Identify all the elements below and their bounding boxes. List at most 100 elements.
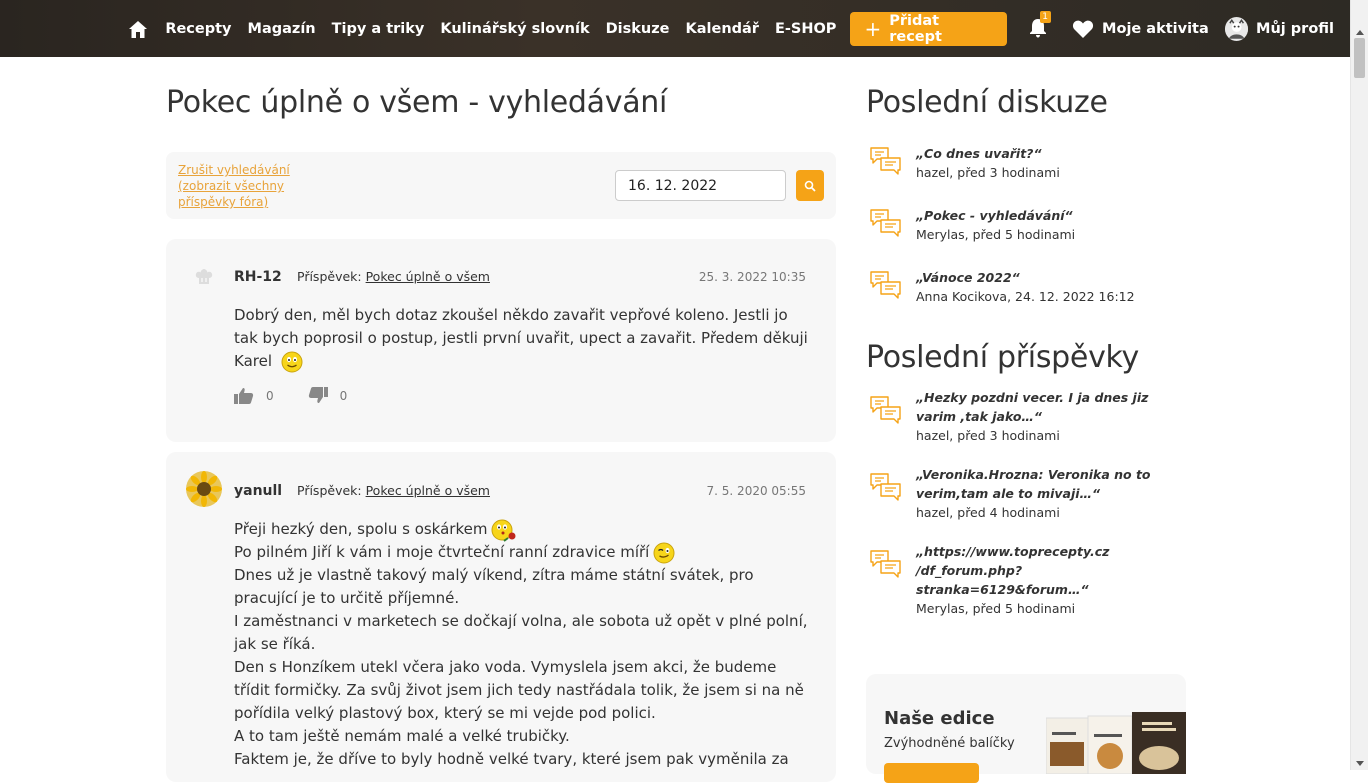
post-date: 7. 5. 2020 05:55 <box>706 484 806 498</box>
post-line: Přeji hezký den, spolu s oskárkem <box>234 518 814 542</box>
chat-bubbles-icon <box>868 268 902 302</box>
plus-icon: + <box>864 17 882 41</box>
post-title[interactable]: „Veronika.Hrozna: Veronika no to verim,t… <box>916 465 1186 503</box>
nav-my-activity[interactable]: Moje aktivita <box>1102 21 1209 37</box>
nav-my-profile[interactable]: Můj profil <box>1256 21 1334 37</box>
edition-subtitle: Zvýhodněné balíčky <box>884 736 1015 751</box>
chat-bubbles-icon <box>868 393 902 427</box>
discussion-item[interactable]: „Pokec - vyhledávání“ Merylas, před 5 ho… <box>866 206 1186 244</box>
post-topic-link[interactable]: Pokec úplně o všem <box>366 269 490 284</box>
notifications-button[interactable]: 1 <box>1029 11 1051 40</box>
latest-posts-list: „Hezky pozdni vecer. I ja dnes jiz varim… <box>866 388 1186 618</box>
profile-avatar[interactable] <box>1224 17 1249 41</box>
post-line-text: Po pilném Jiří k vám i moje čtvrteční ra… <box>234 543 650 561</box>
edition-title: Naše edice <box>884 708 995 729</box>
post-item[interactable]: „https://www.toprecepty.cz /df_forum.php… <box>866 542 1186 618</box>
post-line: Dnes už je vlastně takový malý víkend, z… <box>234 566 754 607</box>
post-title[interactable]: „Hezky pozdni vecer. I ja dnes jiz varim… <box>916 388 1186 426</box>
post-text: Dobrý den, měl bych dotaz zkoušel někdo … <box>234 306 808 370</box>
post-line: I zaměstnanci v marketech se dočkají vol… <box>234 612 808 653</box>
dislike-count: 0 <box>339 388 348 403</box>
top-navigation-bar: Recepty Magazín Tipy a triky Kulinářský … <box>0 0 1350 57</box>
nav-kulinarsky-slovnik[interactable]: Kulinářský slovník <box>440 21 589 37</box>
nav-diskuze[interactable]: Diskuze <box>606 21 670 37</box>
post-line: Faktem je, že dříve to byly hodně velké … <box>234 750 789 768</box>
latest-discussions-list: „Co dnes uvařit?“ hazel, před 3 hodinami… <box>866 144 1186 306</box>
discussion-title[interactable]: „Co dnes uvařit?“ <box>916 144 1186 163</box>
winking-smiley-icon <box>653 542 675 564</box>
dislike-button[interactable]: 0 <box>308 387 348 404</box>
post-meta: Merylas, před 5 hodinami <box>916 601 1076 616</box>
like-count: 0 <box>266 388 274 403</box>
cancel-search-link[interactable]: Zrušit vyhledávání (zobrazit všechny pří… <box>178 162 308 210</box>
discussion-meta: Anna Kocikova, 24. 12. 2022 16:12 <box>916 289 1135 304</box>
post-date: 25. 3. 2022 10:35 <box>698 270 806 284</box>
heart-icon[interactable] <box>1072 19 1094 39</box>
search-icon <box>804 180 816 192</box>
post-topic-label: Příspěvek: Pokec úplně o všem <box>297 483 490 498</box>
like-button[interactable]: 0 <box>234 387 274 404</box>
forum-post: RH-12 Příspěvek: Pokec úplně o všem 25. … <box>166 239 836 442</box>
discussion-meta: Merylas, před 5 hodinami <box>916 227 1076 242</box>
main-nav: Recepty Magazín Tipy a triky Kulinářský … <box>128 11 1350 46</box>
smiley-icon <box>281 351 303 373</box>
scrollbar-thumb[interactable] <box>1354 38 1365 78</box>
post-line: Den s Honzíkem utekl včera jako voda. Vy… <box>234 658 804 722</box>
nav-tipy-a-triky[interactable]: Tipy a triky <box>332 21 425 37</box>
thumbs-down-icon <box>308 387 328 403</box>
post-votes: 0 0 <box>234 387 381 404</box>
discussion-item[interactable]: „Vánoce 2022“ Anna Kocikova, 24. 12. 202… <box>866 268 1186 306</box>
nav-kalendar[interactable]: Kalendář <box>686 21 759 37</box>
post-author[interactable]: yanull <box>234 483 282 499</box>
post-topic-link[interactable]: Pokec úplně o všem <box>366 483 490 498</box>
sidebar: Poslední diskuze „Co dnes uvařit?“ hazel… <box>866 57 1186 638</box>
post-item[interactable]: „Hezky pozdni vecer. I ja dnes jiz varim… <box>866 388 1186 445</box>
post-meta: hazel, před 4 hodinami <box>916 505 1060 520</box>
discussion-title[interactable]: „Pokec - vyhledávání“ <box>916 206 1186 225</box>
notification-badge: 1 <box>1039 11 1051 23</box>
nav-recepty[interactable]: Recepty <box>165 21 231 37</box>
date-input[interactable]: 16. 12. 2022 <box>615 170 786 201</box>
nav-magazin[interactable]: Magazín <box>248 21 316 37</box>
chat-bubbles-icon <box>868 144 902 178</box>
edition-promo[interactable]: Naše edice Zvýhodněné balíčky <box>866 674 1186 783</box>
scroll-up-arrow-icon[interactable] <box>1356 30 1364 35</box>
post-author[interactable]: RH-12 <box>234 269 282 285</box>
chat-bubbles-icon <box>868 547 902 581</box>
page-scrollbar[interactable] <box>1350 0 1368 770</box>
post-label-text: Příspěvek: <box>297 483 362 498</box>
search-panel: Zrušit vyhledávání (zobrazit všechny pří… <box>166 152 836 219</box>
thumbs-up-icon <box>234 388 254 404</box>
chef-hat-icon <box>188 261 220 293</box>
chat-bubbles-icon <box>868 470 902 504</box>
post-body: Přeji hezký den, spolu s oskárkem Po pil… <box>234 518 814 771</box>
post-line: Po pilném Jiří k vám i moje čtvrteční ra… <box>234 541 814 564</box>
discussion-item[interactable]: „Co dnes uvařit?“ hazel, před 3 hodinami <box>866 144 1186 182</box>
add-recipe-label: Přidat recept <box>889 13 942 45</box>
edition-button[interactable] <box>884 763 979 783</box>
discussion-meta: hazel, před 3 hodinami <box>916 165 1060 180</box>
latest-discussions-title: Poslední diskuze <box>866 85 1108 120</box>
post-label-text: Příspěvek: <box>297 269 362 284</box>
latest-posts-title: Poslední příspěvky <box>866 340 1139 375</box>
forum-post: yanull Příspěvek: Pokec úplně o všem 7. … <box>166 452 836 782</box>
search-button[interactable] <box>796 170 824 201</box>
post-topic-label: Příspěvek: Pokec úplně o všem <box>297 269 490 284</box>
smiley-with-flower-icon <box>491 519 516 542</box>
nav-eshop[interactable]: E-SHOP <box>775 21 836 37</box>
chat-bubbles-icon <box>868 206 902 240</box>
cookbook-covers-image <box>1045 712 1186 775</box>
page-title: Pokec úplně o všem - vyhledávání <box>166 85 668 120</box>
discussion-title[interactable]: „Vánoce 2022“ <box>916 268 1186 287</box>
post-title[interactable]: „https://www.toprecepty.cz /df_forum.php… <box>916 542 1186 599</box>
sunflower-avatar[interactable] <box>186 471 222 507</box>
scroll-down-arrow-icon[interactable] <box>1356 761 1364 766</box>
post-line-text: Přeji hezký den, spolu s oskárkem <box>234 520 488 538</box>
post-body: Dobrý den, měl bych dotaz zkoušel někdo … <box>234 304 814 373</box>
home-icon[interactable] <box>128 18 149 40</box>
post-line: A to tam ještě nemám malé a velké trubič… <box>234 727 570 745</box>
post-item[interactable]: „Veronika.Hrozna: Veronika no to verim,t… <box>866 465 1186 522</box>
post-meta: hazel, před 3 hodinami <box>916 428 1060 443</box>
add-recipe-button[interactable]: + Přidat recept <box>850 12 1007 46</box>
main-content: Pokec úplně o všem - vyhledávání Zrušit … <box>166 57 836 782</box>
